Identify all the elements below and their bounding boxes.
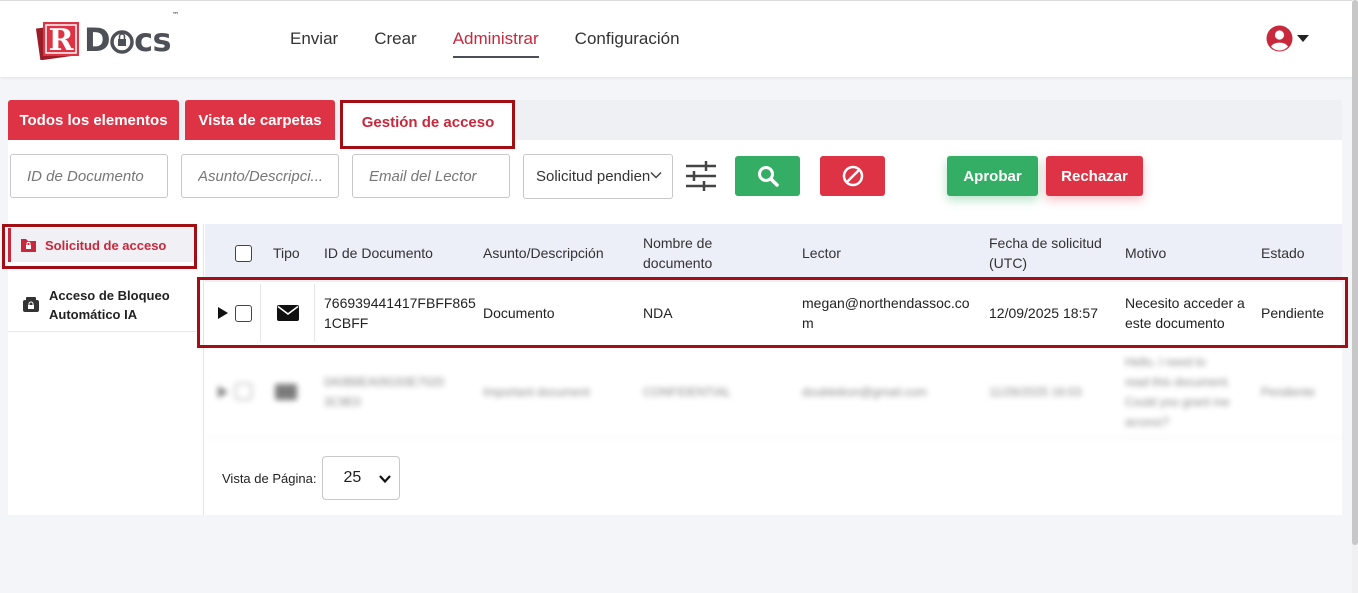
cell-request-date: 11/26/2025 16:03 xyxy=(989,384,1082,399)
cell-status: Pendiente xyxy=(1261,305,1325,321)
sidebar: Solicitud de acceso Acceso de Bloqueo Aut… xyxy=(8,224,204,515)
logo-r-mark: R xyxy=(36,22,79,60)
top-navbar: R Dcs™ Enviar Crear Administrar Configur… xyxy=(0,0,1358,77)
cell-reader: doubleikon@gmail.com xyxy=(802,384,927,399)
sidebar-item-solicitud-de-acceso[interactable]: Solicitud de acceso xyxy=(8,228,196,262)
ban-icon xyxy=(842,165,863,187)
nav-enviar[interactable]: Enviar xyxy=(290,29,338,58)
select-all-cell xyxy=(235,224,252,282)
subject-input[interactable] xyxy=(181,154,339,198)
page-size-select[interactable]: 25 xyxy=(322,456,401,500)
content-area: Todos los elementos Vista de carpetas Ge… xyxy=(8,100,1342,593)
header-reader: Lector xyxy=(802,245,841,261)
row-checkbox[interactable] xyxy=(235,304,252,322)
filter-bar: Solicitud pendien Aprobar Rechazar xyxy=(8,140,1342,224)
logo-text: Dcs™ xyxy=(84,11,179,59)
select-all-checkbox[interactable] xyxy=(235,244,252,262)
header-subject: Asunto/Descripción xyxy=(483,245,604,261)
sidebar-item-acceso-bloqueo-ia[interactable]: Acceso de Bloqueo Automático IA xyxy=(8,278,196,332)
sidebar-item-label: Solicitud de acceso xyxy=(45,237,167,253)
user-menu[interactable] xyxy=(1266,25,1309,52)
row-select-cell xyxy=(235,284,252,342)
cell-reason: Hello, I need to read this document. Could… xyxy=(1125,354,1231,429)
cell-document-id: 0A0B8EA09193E7020 3C9E0 xyxy=(324,374,445,409)
status-select[interactable]: Solicitud pendien xyxy=(523,154,673,199)
cell-subject: Documento xyxy=(483,305,555,321)
tab-gestion-de-acceso[interactable]: Gestión de acceso xyxy=(343,100,513,144)
tab-vista-de-carpetas[interactable]: Vista de carpetas xyxy=(185,100,335,140)
sliders-icon[interactable] xyxy=(684,160,718,192)
pagination: Vista de Página: 25 xyxy=(222,456,401,500)
status-select-value: Solicitud pendien xyxy=(536,168,651,185)
page-scrollbar[interactable] xyxy=(1352,0,1358,593)
scrollbar-thumb[interactable] xyxy=(1352,0,1358,545)
chevron-down-icon xyxy=(379,475,392,484)
envelope-icon xyxy=(275,346,297,437)
envelope-icon xyxy=(260,284,315,342)
reader-email-input[interactable] xyxy=(352,154,510,198)
header-document-id: ID de Documento xyxy=(324,245,433,261)
robot-lock-icon xyxy=(23,296,39,312)
cell-reason: Necesito acceder a este documento xyxy=(1125,295,1245,331)
cell-document-name: NDA xyxy=(643,305,673,321)
table-header: Tipo ID de Documento Asunto/Descripción … xyxy=(205,224,1342,282)
header-status: Estado xyxy=(1261,245,1305,261)
cell-document-name: CONFIDENTIAL xyxy=(643,384,732,399)
svg-text:R: R xyxy=(49,23,75,58)
table-row[interactable]: 766939441417FBFF865 1CBFF Documento NDA m… xyxy=(205,284,1342,342)
expand-row-icon[interactable] xyxy=(218,346,228,437)
page-size-label: Vista de Página: xyxy=(222,470,317,486)
lock-icon xyxy=(110,30,134,54)
cell-document-id: 766939441417FBFF865 1CBFF xyxy=(324,295,476,331)
row-checkbox[interactable] xyxy=(235,383,252,400)
clear-filters-button[interactable] xyxy=(820,156,885,196)
document-id-input[interactable] xyxy=(10,154,168,198)
header-reason: Motivo xyxy=(1125,245,1167,261)
sidebar-item-label: Automático IA xyxy=(49,306,138,322)
nav-administrar[interactable]: Administrar xyxy=(452,29,539,58)
caret-down-icon xyxy=(1297,34,1309,42)
user-circle-icon xyxy=(1266,25,1293,52)
nav-configuracion[interactable]: Configuración xyxy=(575,29,680,58)
sidebar-item-label: Acceso de Bloqueo xyxy=(49,287,170,303)
approve-button[interactable]: Aprobar xyxy=(947,156,1038,196)
header-document-name: Nombre de documento xyxy=(643,235,713,271)
cell-reader: megan@northendassoc.co m xyxy=(802,295,970,331)
cell-request-date: 12/09/2025 18:57 xyxy=(989,305,1098,321)
main-nav: Enviar Crear Administrar Configuración xyxy=(290,29,680,58)
cell-subject: Important document xyxy=(483,384,590,399)
rdocs-logo[interactable]: R Dcs™ xyxy=(36,11,179,61)
chevron-down-icon xyxy=(650,171,662,179)
tab-todos-los-elementos[interactable]: Todos los elementos xyxy=(8,100,179,140)
header-request-date: Fecha de solicitud (UTC) xyxy=(989,235,1102,271)
expand-row-icon[interactable] xyxy=(218,284,228,342)
main-panel: Solicitud de acceso Acceso de Bloqueo Aut… xyxy=(8,224,1342,515)
search-button[interactable] xyxy=(735,156,800,196)
search-icon xyxy=(757,166,779,187)
table-row[interactable]: 0A0B8EA09193E7020 3C9E0 Important documen… xyxy=(205,346,1342,438)
reject-button[interactable]: Rechazar xyxy=(1046,156,1143,196)
tabs-bar: Todos los elementos Vista de carpetas Ge… xyxy=(8,100,1342,144)
cell-status: Pendiente xyxy=(1261,384,1316,399)
row-select-cell xyxy=(235,346,252,437)
nav-crear[interactable]: Crear xyxy=(374,29,417,58)
header-tipo: Tipo xyxy=(273,245,300,261)
page-size-value: 25 xyxy=(343,469,362,486)
folder-lock-icon xyxy=(21,239,36,252)
